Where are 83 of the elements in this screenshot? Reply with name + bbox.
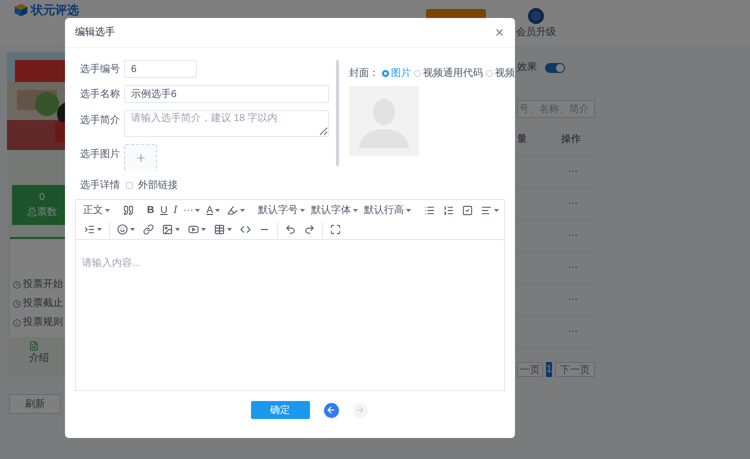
column-header: 量 — [517, 133, 527, 147]
page-button[interactable]: 1 — [546, 362, 552, 377]
caret-icon — [130, 228, 135, 231]
radio-button[interactable] — [382, 70, 389, 77]
document-icon — [29, 341, 39, 351]
column-header: 操作 — [561, 133, 581, 147]
line-height-dropdown[interactable]: 默认行高 — [361, 201, 414, 219]
field-label: 选手名称 — [80, 88, 121, 102]
info-text: 投票开始 — [23, 278, 63, 292]
info-icon — [13, 318, 21, 326]
clock-icon — [13, 300, 21, 308]
dialog-title: 编辑选手 — [75, 26, 115, 40]
back-button[interactable] — [324, 402, 338, 418]
radio-button[interactable] — [414, 70, 421, 77]
next-page-button[interactable]: 下一页 — [555, 362, 595, 377]
more-actions[interactable]: ··· — [568, 228, 578, 243]
caret-icon — [240, 208, 246, 212]
caret-icon — [195, 208, 200, 212]
confirm-button[interactable]: 确定 — [250, 401, 310, 419]
caret-icon — [215, 208, 220, 212]
radio-label[interactable]: 视频 — [495, 66, 515, 81]
checkbox[interactable] — [126, 182, 133, 189]
more-actions[interactable]: ··· — [568, 324, 578, 339]
font-family-dropdown[interactable]: 默认字体 — [308, 201, 362, 219]
plus-icon — [134, 152, 146, 164]
name-field[interactable]: 示例选手6 — [124, 85, 329, 103]
caret-icon — [97, 228, 102, 231]
radio-label[interactable]: 视频通用代码 — [423, 66, 483, 81]
stat-label: 总票数 — [27, 206, 57, 220]
clock-icon — [13, 280, 21, 288]
caret-icon — [300, 208, 306, 212]
bold-button[interactable]: B — [144, 201, 158, 219]
caret-icon — [105, 208, 110, 212]
underline-button[interactable]: U — [157, 201, 170, 219]
align-icon — [481, 204, 492, 216]
arrow-right-icon — [355, 405, 365, 415]
field-label: 选手图片 — [80, 148, 121, 162]
effect-label: 效果 — [517, 61, 537, 75]
refresh-button[interactable]: 刷新 — [9, 394, 61, 414]
cube-logo-icon — [14, 3, 28, 17]
vip-badge-icon — [527, 7, 545, 25]
arrow-left-icon — [326, 405, 336, 415]
font-size-dropdown[interactable]: 默认字号 — [255, 201, 308, 219]
checkbox-label[interactable]: 外部链接 — [138, 178, 178, 193]
vip-label[interactable]: 会员升级 — [516, 25, 556, 40]
intro-tab[interactable]: 介绍 — [29, 351, 49, 366]
caret-icon — [201, 228, 206, 231]
avatar-placeholder-icon — [349, 86, 419, 156]
prev-page-button[interactable]: 一页 — [517, 362, 543, 377]
more-actions[interactable]: ··· — [568, 196, 578, 211]
more-actions[interactable]: ··· — [568, 260, 578, 275]
field-label: 选手编号 — [80, 62, 121, 76]
highlighter-icon — [227, 204, 238, 216]
field-label: 选手简介 — [80, 114, 121, 128]
caret-icon — [175, 228, 180, 231]
table-icon — [214, 224, 225, 235]
radio-button[interactable] — [486, 70, 493, 77]
caret-icon — [406, 208, 412, 212]
radio-label[interactable]: 图片 — [391, 66, 411, 81]
effect-switch[interactable] — [545, 62, 565, 72]
italic-button[interactable]: I — [170, 201, 180, 219]
cover-label: 封面： — [349, 66, 379, 81]
more-dropdown[interactable]: ··· — [180, 201, 204, 219]
info-text: 投票截止 — [23, 296, 63, 311]
emoji-icon — [117, 224, 128, 235]
caret-icon — [353, 208, 358, 212]
intro-field[interactable]: 请输入选手简介，建议 18 字以内 — [124, 110, 329, 137]
number-field[interactable]: 6 — [124, 60, 197, 78]
font-color-dropdown[interactable]: A — [203, 201, 224, 219]
field-label: 选手详情 — [80, 178, 121, 193]
more-actions[interactable]: ··· — [568, 292, 578, 307]
indent-icon — [84, 224, 95, 235]
caret-icon — [494, 208, 500, 212]
info-text: 投票规则 — [23, 316, 63, 330]
editor-placeholder[interactable]: 请输入内容... — [82, 258, 140, 269]
caret-icon — [227, 228, 232, 231]
video-icon — [188, 224, 199, 235]
stat-value: 0 — [39, 191, 45, 205]
close-icon — [494, 27, 504, 38]
more-actions[interactable]: ··· — [568, 164, 578, 179]
image-icon — [162, 224, 173, 235]
logo-text: 状元评选 — [31, 3, 79, 17]
paragraph-dropdown[interactable]: 正文 — [80, 201, 113, 219]
